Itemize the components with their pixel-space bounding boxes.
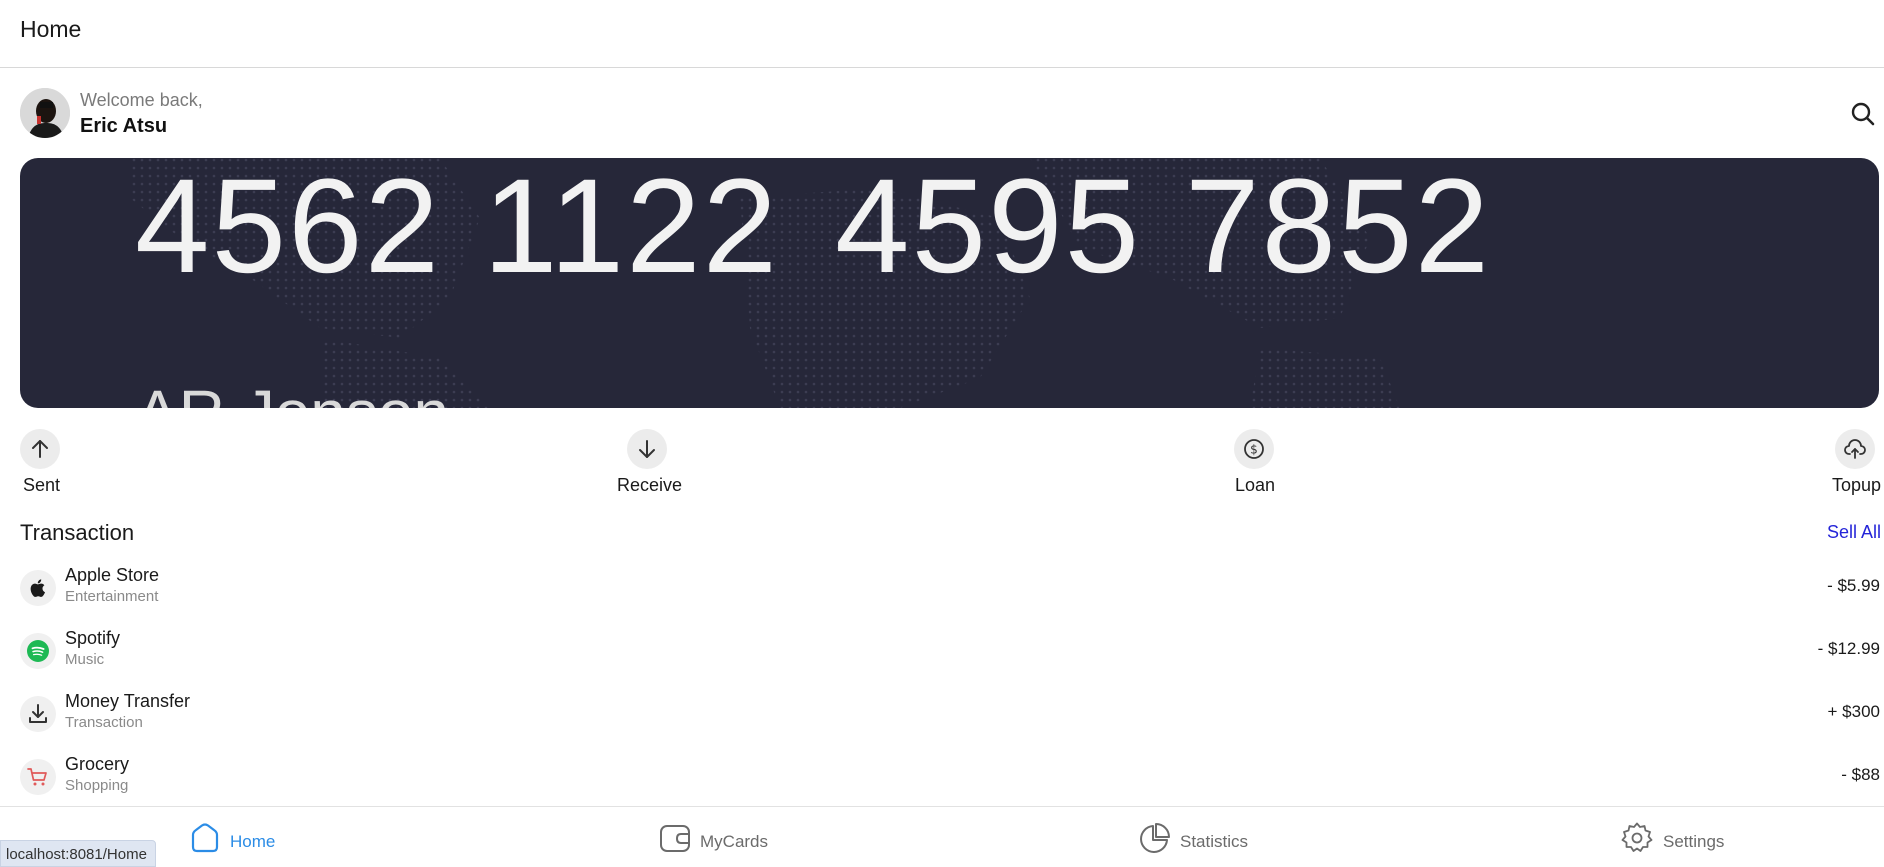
transaction-name: Apple Store — [65, 565, 160, 585]
transaction-category: Shopping — [65, 777, 129, 794]
transaction-icon — [20, 759, 56, 795]
card-holder-name: AR Jonson — [136, 376, 449, 408]
gear-icon — [1621, 822, 1653, 852]
card-number-group: 4595 — [835, 158, 1142, 301]
credit-card[interactable]: 4562 1122 4595 7852 AR Jonson — [20, 158, 1879, 408]
user-name: Eric Atsu — [80, 115, 168, 137]
dollar-circle-icon: $ — [1244, 439, 1264, 459]
action-receive-button[interactable] — [627, 429, 667, 469]
transaction-name: Spotify — [65, 628, 121, 648]
cart-icon — [27, 768, 47, 786]
transactions-title: Transaction — [20, 520, 135, 545]
transaction-amount: - $88 — [1841, 765, 1880, 784]
card-number-group: 7852 — [1185, 158, 1492, 301]
nav-item-home[interactable]: Home — [188, 807, 288, 867]
transaction-name: Money Transfer — [65, 691, 191, 711]
welcome-greeting: Welcome back, — [80, 90, 203, 110]
transaction-category: Music — [65, 651, 105, 668]
spotify-icon — [27, 640, 49, 662]
action-label: Loan — [1235, 475, 1276, 495]
wallet-icon — [660, 825, 690, 852]
transaction-amount: - $12.99 — [1817, 639, 1880, 658]
cloud-upload-icon — [1844, 439, 1866, 459]
home-icon — [191, 823, 219, 853]
search-button[interactable] — [1850, 101, 1876, 127]
avatar-image — [20, 88, 70, 138]
transaction-row[interactable]: Apple Store Entertainment - $5.99 — [20, 562, 1880, 614]
action-label: Sent — [23, 475, 61, 495]
transaction-name: Grocery — [65, 754, 130, 774]
nav-item-statistics[interactable]: Statistics — [1138, 807, 1268, 867]
action-sent-button[interactable] — [20, 429, 60, 469]
pie-chart-icon — [1140, 823, 1170, 853]
app-header: Home — [0, 0, 1884, 68]
action-loan-button[interactable]: $ — [1234, 429, 1274, 469]
status-bar-url: localhost:8081/Home — [0, 840, 156, 867]
bottom-nav: Home MyCards Statistics Settings — [0, 806, 1884, 867]
avatar[interactable] — [20, 88, 70, 138]
nav-label: Statistics — [1180, 832, 1249, 851]
apple-icon — [30, 579, 45, 597]
transaction-row[interactable]: Grocery Shopping - $88 — [20, 751, 1880, 803]
transaction-icon — [20, 570, 56, 606]
transaction-category: Entertainment — [65, 588, 159, 605]
action-label: Topup — [1832, 475, 1882, 495]
card-number: 4562 1122 4595 7852 — [20, 158, 1879, 301]
transaction-amount: - $5.99 — [1827, 576, 1880, 595]
arrow-down-icon — [639, 440, 655, 458]
transaction-row[interactable]: Money Transfer Transaction + $300 — [20, 688, 1880, 740]
search-icon — [1851, 102, 1875, 126]
transaction-amount: + $300 — [1827, 702, 1880, 721]
action-label: Receive — [617, 475, 683, 495]
nav-item-settings[interactable]: Settings — [1620, 807, 1740, 867]
nav-label: Home — [230, 832, 276, 851]
svg-text:$: $ — [1250, 443, 1258, 457]
transaction-icon — [20, 696, 56, 732]
nav-label: MyCards — [700, 832, 769, 851]
see-all-link[interactable]: Sell All — [1827, 522, 1881, 543]
download-icon — [29, 704, 47, 723]
action-topup-button[interactable] — [1835, 429, 1875, 469]
card-number-group: 1122 — [483, 158, 780, 301]
transaction-row[interactable]: Spotify Music - $12.99 — [20, 625, 1880, 677]
transaction-category: Transaction — [65, 714, 143, 731]
transaction-icon — [20, 633, 56, 669]
nav-item-mycards[interactable]: MyCards — [658, 807, 778, 867]
page-title: Home — [20, 16, 82, 42]
arrow-up-icon — [32, 440, 48, 458]
card-number-group: 4562 — [135, 158, 442, 301]
nav-label: Settings — [1663, 832, 1725, 851]
